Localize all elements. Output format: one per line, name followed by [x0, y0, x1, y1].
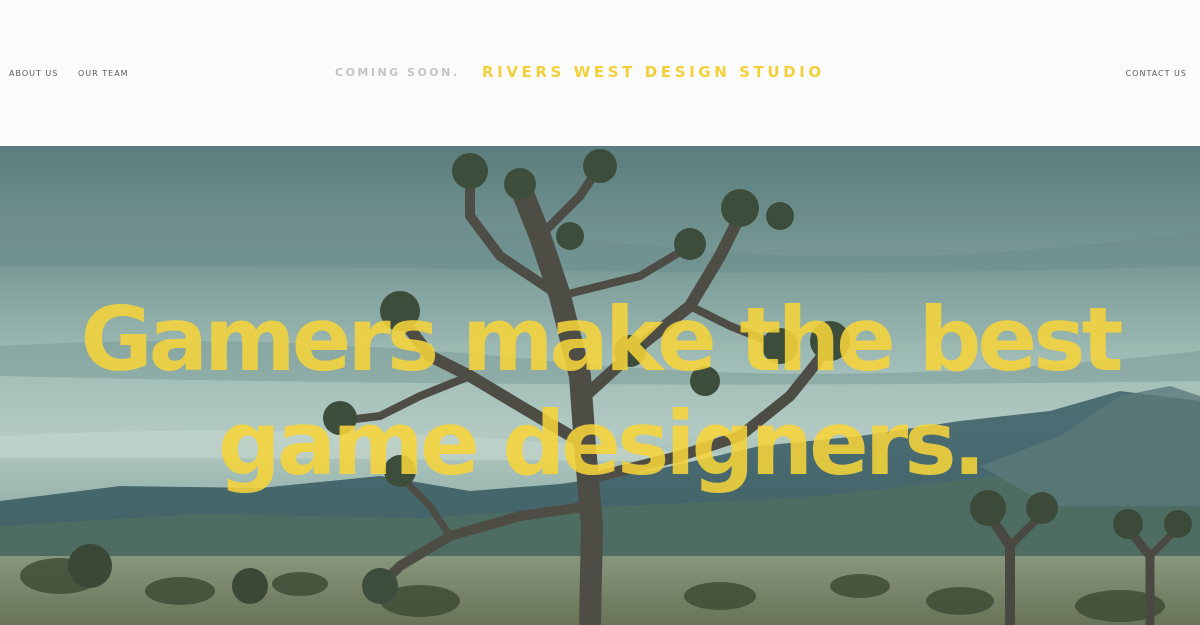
- hero-headline-line2: game designers.: [217, 392, 986, 495]
- hero-headline-line1: Gamers make the best: [80, 288, 1123, 391]
- nav-about-us[interactable]: ABOUT US: [9, 69, 58, 78]
- nav-our-team[interactable]: OUR TEAM: [78, 69, 129, 78]
- hero-section: Gamers make the best game designers.: [0, 146, 1200, 625]
- site-header: ABOUT US OUR TEAM COMING SOON. RIVERS WE…: [0, 0, 1200, 146]
- brand-logo-text[interactable]: RIVERS WEST DESIGN STUDIO: [482, 63, 825, 81]
- coming-soon-label: COMING SOON.: [335, 66, 460, 79]
- hero-headline: Gamers make the best game designers.: [0, 288, 1200, 496]
- nav-contact-us[interactable]: CONTACT US: [1126, 69, 1187, 78]
